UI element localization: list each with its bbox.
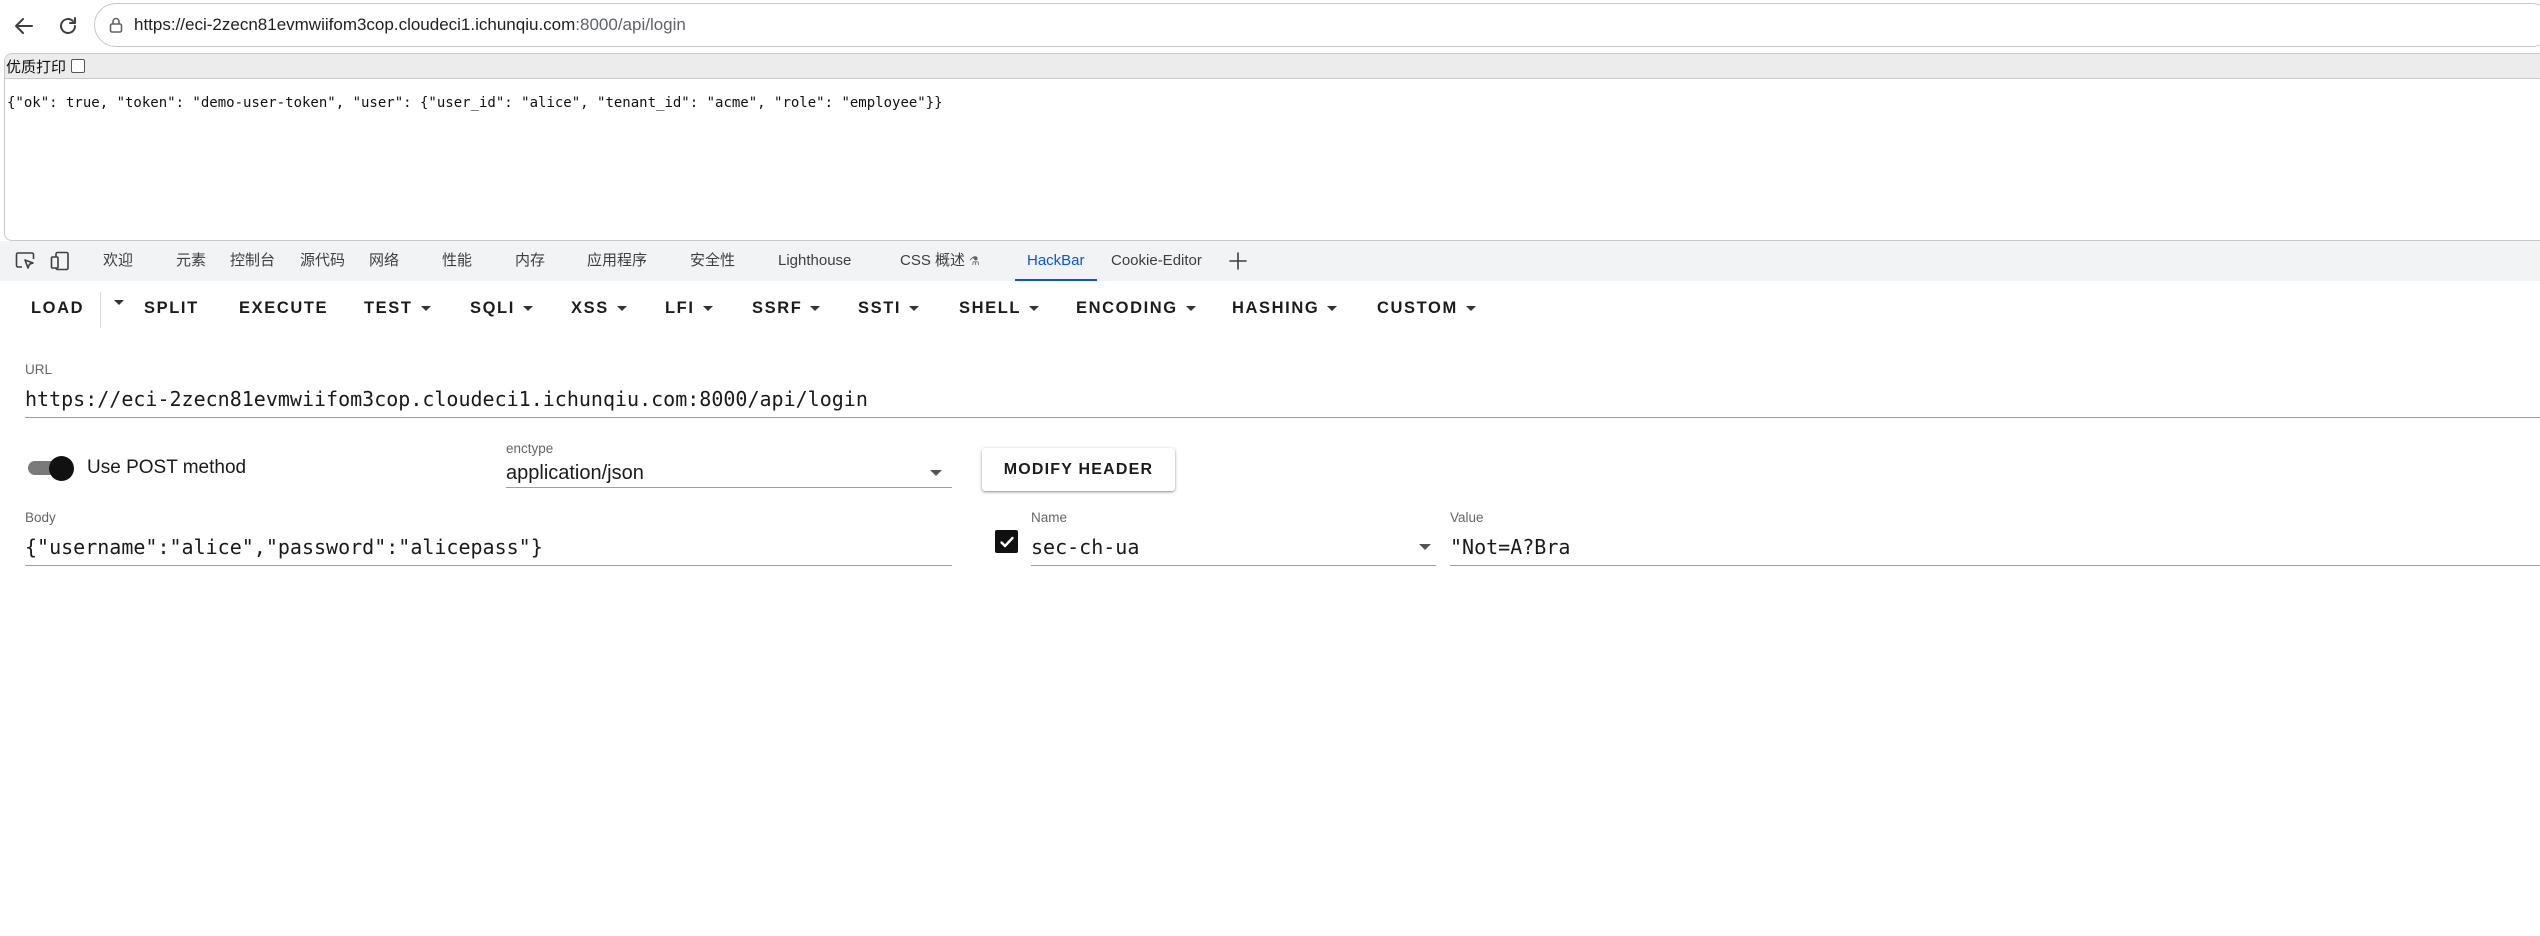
chevron-down-icon	[1465, 306, 1476, 311]
tab-performance[interactable]: 性能	[442, 241, 472, 281]
inspect-element-button[interactable]	[13, 249, 37, 273]
back-button[interactable]	[6, 8, 42, 44]
hashing-menu-label: HASHING	[1232, 299, 1320, 317]
header-value-label: Value	[1450, 510, 1484, 525]
chevron-down-icon	[1327, 306, 1338, 311]
tab-elements[interactable]: 元素	[176, 241, 206, 281]
browser-toolbar: https://eci-2zecn81evmwiifom3cop.cloudec…	[0, 0, 2540, 52]
devtools-tab-bar: 欢迎 元素 控制台 源代码 网络 性能 内存 应用程序 安全性 Lighthou…	[0, 241, 2540, 281]
test-menu-label: TEST	[364, 299, 413, 317]
encoding-menu-label: ENCODING	[1076, 299, 1178, 317]
tab-cookie-editor[interactable]: Cookie-Editor	[1111, 241, 1202, 281]
shell-menu-label: SHELL	[959, 299, 1022, 317]
device-toggle-button[interactable]	[48, 249, 72, 273]
lfi-menu-label: LFI	[665, 299, 695, 317]
custom-menu[interactable]: CUSTOM	[1377, 299, 1476, 318]
address-bar[interactable]: https://eci-2zecn81evmwiifom3cop.cloudec…	[94, 3, 2540, 47]
execute-button[interactable]: EXECUTE	[239, 299, 328, 318]
ssrf-menu-label: SSRF	[752, 299, 803, 317]
custom-menu-label: CUSTOM	[1377, 299, 1458, 317]
header-enabled-checkbox[interactable]	[995, 530, 1018, 553]
xss-menu-label: XSS	[571, 299, 609, 317]
xss-menu[interactable]: XSS	[571, 299, 627, 318]
chevron-down-icon	[616, 306, 627, 311]
post-method-toggle[interactable]	[26, 456, 74, 481]
post-method-label: Use POST method	[87, 457, 247, 478]
ssti-menu-label: SSTI	[858, 299, 902, 317]
encoding-menu[interactable]: ENCODING	[1076, 299, 1196, 318]
url-host: https://eci-2zecn81evmwiifom3cop.cloudec…	[134, 15, 576, 34]
tab-security[interactable]: 安全性	[690, 241, 735, 281]
header-name-label: Name	[1031, 510, 1068, 525]
enctype-underline	[506, 487, 952, 488]
chevron-down-icon	[522, 306, 533, 311]
address-bar-url[interactable]: https://eci-2zecn81evmwiifom3cop.cloudec…	[134, 15, 686, 35]
tab-memory[interactable]: 内存	[515, 241, 545, 281]
chevron-down-icon[interactable]	[1419, 544, 1431, 550]
tab-console[interactable]: 控制台	[230, 241, 275, 281]
page-viewport: 优质打印 {"ok": true, "token": "demo-user-to…	[4, 53, 2540, 241]
url-field-underline	[25, 417, 2540, 418]
body-field-underline	[25, 565, 952, 566]
chevron-down-icon	[420, 306, 431, 311]
enctype-select[interactable]: application/json	[506, 462, 644, 485]
device-toggle-icon	[50, 251, 69, 271]
tab-application[interactable]: 应用程序	[587, 241, 647, 281]
load-button[interactable]: LOAD	[31, 299, 84, 318]
ssti-menu[interactable]: SSTI	[858, 299, 920, 318]
header-value-field[interactable]: "Not=A?Bra	[1450, 535, 1570, 559]
split-button[interactable]: SPLIT	[144, 299, 199, 318]
chevron-down-icon	[810, 306, 821, 311]
checkmark-icon	[999, 536, 1014, 547]
body-field-label: Body	[25, 510, 56, 525]
load-dropdown-button[interactable]	[106, 300, 124, 305]
tab-welcome[interactable]: 欢迎	[103, 241, 133, 281]
json-response: {"ok": true, "token": "demo-user-token",…	[7, 95, 943, 111]
header-value-underline	[1450, 565, 2540, 566]
url-field-label: URL	[25, 362, 53, 377]
enctype-label: enctype	[506, 441, 554, 456]
add-tab-icon	[1229, 252, 1247, 270]
load-divider	[100, 292, 101, 328]
pretty-print-bar: 优质打印	[5, 54, 2540, 79]
site-info-icon[interactable]	[107, 16, 125, 34]
add-tab-button[interactable]	[1226, 249, 1250, 273]
chevron-down-icon	[1029, 306, 1040, 311]
back-arrow-icon	[15, 18, 33, 34]
tab-sources[interactable]: 源代码	[300, 241, 345, 281]
tab-hackbar[interactable]: HackBar	[1015, 241, 1096, 281]
chevron-down-icon	[1185, 306, 1196, 311]
reload-icon	[60, 17, 76, 34]
tab-css-overview-label: CSS 概述	[900, 252, 966, 269]
url-path: :8000/api/login	[575, 15, 686, 34]
inspect-element-icon	[15, 252, 35, 269]
modify-header-button[interactable]: MODIFY HEADER	[982, 448, 1175, 491]
chevron-down-icon	[909, 306, 920, 311]
sqli-menu[interactable]: SQLI	[470, 299, 533, 318]
header-name-select[interactable]: sec-ch-ua	[1031, 535, 1139, 559]
pretty-print-checkbox[interactable]	[71, 59, 86, 73]
lfi-menu[interactable]: LFI	[665, 299, 713, 318]
test-menu[interactable]: TEST	[364, 299, 431, 318]
chevron-down-icon	[702, 306, 713, 311]
reload-button[interactable]	[50, 8, 86, 44]
tab-css-overview[interactable]: CSS 概述 ⚗	[900, 241, 980, 281]
experiment-flask-icon: ⚗	[969, 254, 980, 268]
sqli-menu-label: SQLI	[470, 299, 515, 317]
tab-lighthouse[interactable]: Lighthouse	[778, 241, 851, 281]
shell-menu[interactable]: SHELL	[959, 299, 1040, 318]
url-field[interactable]: https://eci-2zecn81evmwiifom3cop.cloudec…	[25, 387, 868, 411]
hashing-menu[interactable]: HASHING	[1232, 299, 1338, 318]
body-field[interactable]: {"username":"alice","password":"alicepas…	[25, 535, 543, 559]
toggle-knob	[49, 456, 74, 481]
ssrf-menu[interactable]: SSRF	[752, 299, 821, 318]
chevron-down-icon[interactable]	[930, 470, 942, 476]
tab-network[interactable]: 网络	[369, 241, 399, 281]
header-name-underline	[1031, 565, 1436, 566]
chevron-down-icon	[114, 300, 124, 305]
pretty-print-label: 优质打印	[6, 57, 67, 76]
hackbar-menu-bar: LOAD SPLIT EXECUTE TEST SQLI XSS LFI SSR…	[0, 282, 2540, 338]
